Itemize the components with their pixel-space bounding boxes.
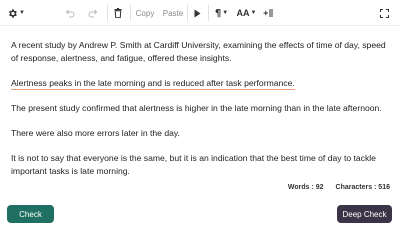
paste-button[interactable]: Paste xyxy=(161,4,185,22)
redo-icon xyxy=(88,9,98,18)
chevron-down-icon: ▼ xyxy=(19,10,25,16)
font-size-icon: AA xyxy=(236,8,250,18)
copy-button[interactable]: Copy xyxy=(134,4,156,22)
check-button[interactable]: Check xyxy=(7,205,54,223)
toolbar-divider xyxy=(130,5,131,21)
word-count: Words : 92 xyxy=(287,184,324,191)
paragraph: A recent study by Andrew P. Smith at Car… xyxy=(11,40,386,63)
status-bar: Words : 92 Characters : 516 xyxy=(288,184,390,191)
paragraph-menu[interactable]: ¶ ▼ xyxy=(213,4,230,22)
toolbar-divider xyxy=(208,5,209,21)
deep-check-button[interactable]: Deep Check xyxy=(337,205,392,223)
play-button[interactable] xyxy=(191,4,203,22)
settings-button[interactable]: ▼ xyxy=(6,4,26,22)
paragraph: There were also more errors later in the… xyxy=(11,128,180,138)
chevron-down-icon: ▼ xyxy=(222,10,229,16)
editor-toolbar: ▼ Copy Paste ¶ ▼ AA ▼ xyxy=(0,0,400,26)
undo-icon xyxy=(65,9,75,18)
chevron-down-icon: ▼ xyxy=(250,10,257,16)
flagged-paragraph[interactable]: Alertness peaks in the late morning and … xyxy=(11,77,388,90)
paragraph: It is not to say that everyone is the sa… xyxy=(11,153,376,176)
undo-button[interactable] xyxy=(63,4,77,22)
insert-icon xyxy=(263,8,274,18)
toolbar-divider xyxy=(107,5,108,21)
insert-button[interactable] xyxy=(261,4,275,22)
fullscreen-icon xyxy=(379,8,389,18)
trash-icon xyxy=(114,8,122,18)
font-size-menu[interactable]: AA ▼ xyxy=(235,4,258,22)
fullscreen-button[interactable] xyxy=(377,4,391,22)
paragraph-icon: ¶ xyxy=(214,7,222,19)
character-count: Characters : 516 xyxy=(335,184,390,191)
play-icon xyxy=(194,9,201,18)
toolbar-divider xyxy=(187,5,188,21)
text-editor[interactable]: A recent study by Andrew P. Smith at Car… xyxy=(0,27,400,179)
gear-icon xyxy=(7,8,18,19)
flagged-sentence[interactable]: Alertness peaks in the late morning and … xyxy=(11,78,295,90)
redo-button[interactable] xyxy=(86,4,100,22)
clear-button[interactable] xyxy=(112,4,124,22)
paragraph: The present study confirmed that alertne… xyxy=(11,103,382,113)
